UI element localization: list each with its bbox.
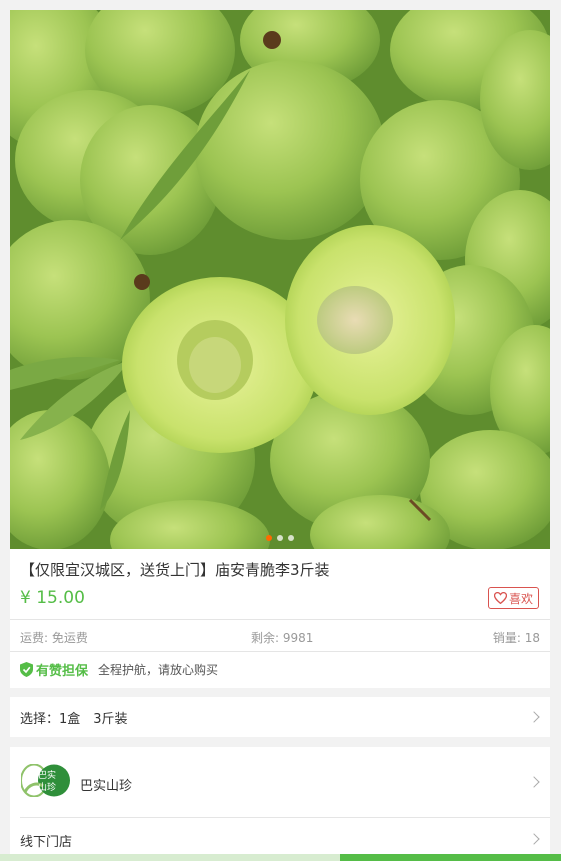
guarantee-title: 有赞担保 bbox=[36, 664, 89, 679]
chevron-right-icon bbox=[528, 776, 540, 788]
bottom-bar-left[interactable] bbox=[0, 854, 340, 861]
chevron-right-icon bbox=[528, 833, 540, 845]
chevron-right-icon bbox=[528, 711, 540, 723]
product-stats: 运费: 免运费 剩余: 9981 销量: 18 bbox=[10, 619, 550, 652]
shield-icon bbox=[20, 662, 33, 677]
heart-icon bbox=[493, 592, 507, 604]
stock-remaining: 剩余: 9981 bbox=[251, 631, 314, 645]
bottom-action-bar bbox=[0, 854, 561, 861]
sku-selection-label: 选择：1盒 3斤装 bbox=[20, 712, 128, 727]
bottom-bar-right[interactable] bbox=[340, 854, 561, 861]
like-label: 喜欢 bbox=[508, 591, 533, 606]
logo-text-bottom: 山珍 bbox=[38, 781, 56, 793]
carousel-dot[interactable] bbox=[266, 535, 272, 541]
shop-name: 巴实山珍 bbox=[80, 779, 133, 794]
product-info-card: 【仅限宜汉城区，送货上门】庙安青脆李3斤装 ¥ 15.00 喜欢 运费: 免运费… bbox=[10, 549, 550, 688]
offline-store-label: 线下门店 bbox=[20, 835, 73, 850]
product-title: 【仅限宜汉城区，送货上门】庙安青脆李3斤装 bbox=[20, 561, 330, 579]
logo-text-top: 巴实 bbox=[38, 769, 56, 781]
product-image-carousel[interactable] bbox=[10, 10, 550, 549]
carousel-indicator bbox=[10, 535, 550, 541]
guarantee-row[interactable]: 有赞担保 全程护航，请放心购买 bbox=[20, 660, 218, 679]
sku-selector-row[interactable]: 选择：1盒 3斤装 bbox=[10, 697, 550, 737]
shipping-fee: 运费: 免运费 bbox=[20, 631, 88, 645]
product-price: ¥ 15.00 bbox=[20, 588, 85, 608]
like-button[interactable]: 喜欢 bbox=[487, 587, 539, 609]
carousel-dot[interactable] bbox=[277, 535, 283, 541]
shop-row[interactable]: 巴实 山珍 巴实山珍 bbox=[10, 747, 550, 817]
product-page: 【仅限宜汉城区，送货上门】庙安青脆李3斤装 ¥ 15.00 喜欢 运费: 免运费… bbox=[0, 0, 561, 861]
carousel-dot[interactable] bbox=[288, 535, 294, 541]
shop-logo: 巴实 山珍 bbox=[21, 764, 70, 797]
sales-count: 销量: 18 bbox=[492, 631, 540, 645]
guarantee-desc: 全程护航，请放心购买 bbox=[98, 663, 219, 677]
shop-card: 巴实 山珍 巴实山珍 线下门店 bbox=[10, 747, 550, 861]
product-photo bbox=[10, 10, 550, 549]
